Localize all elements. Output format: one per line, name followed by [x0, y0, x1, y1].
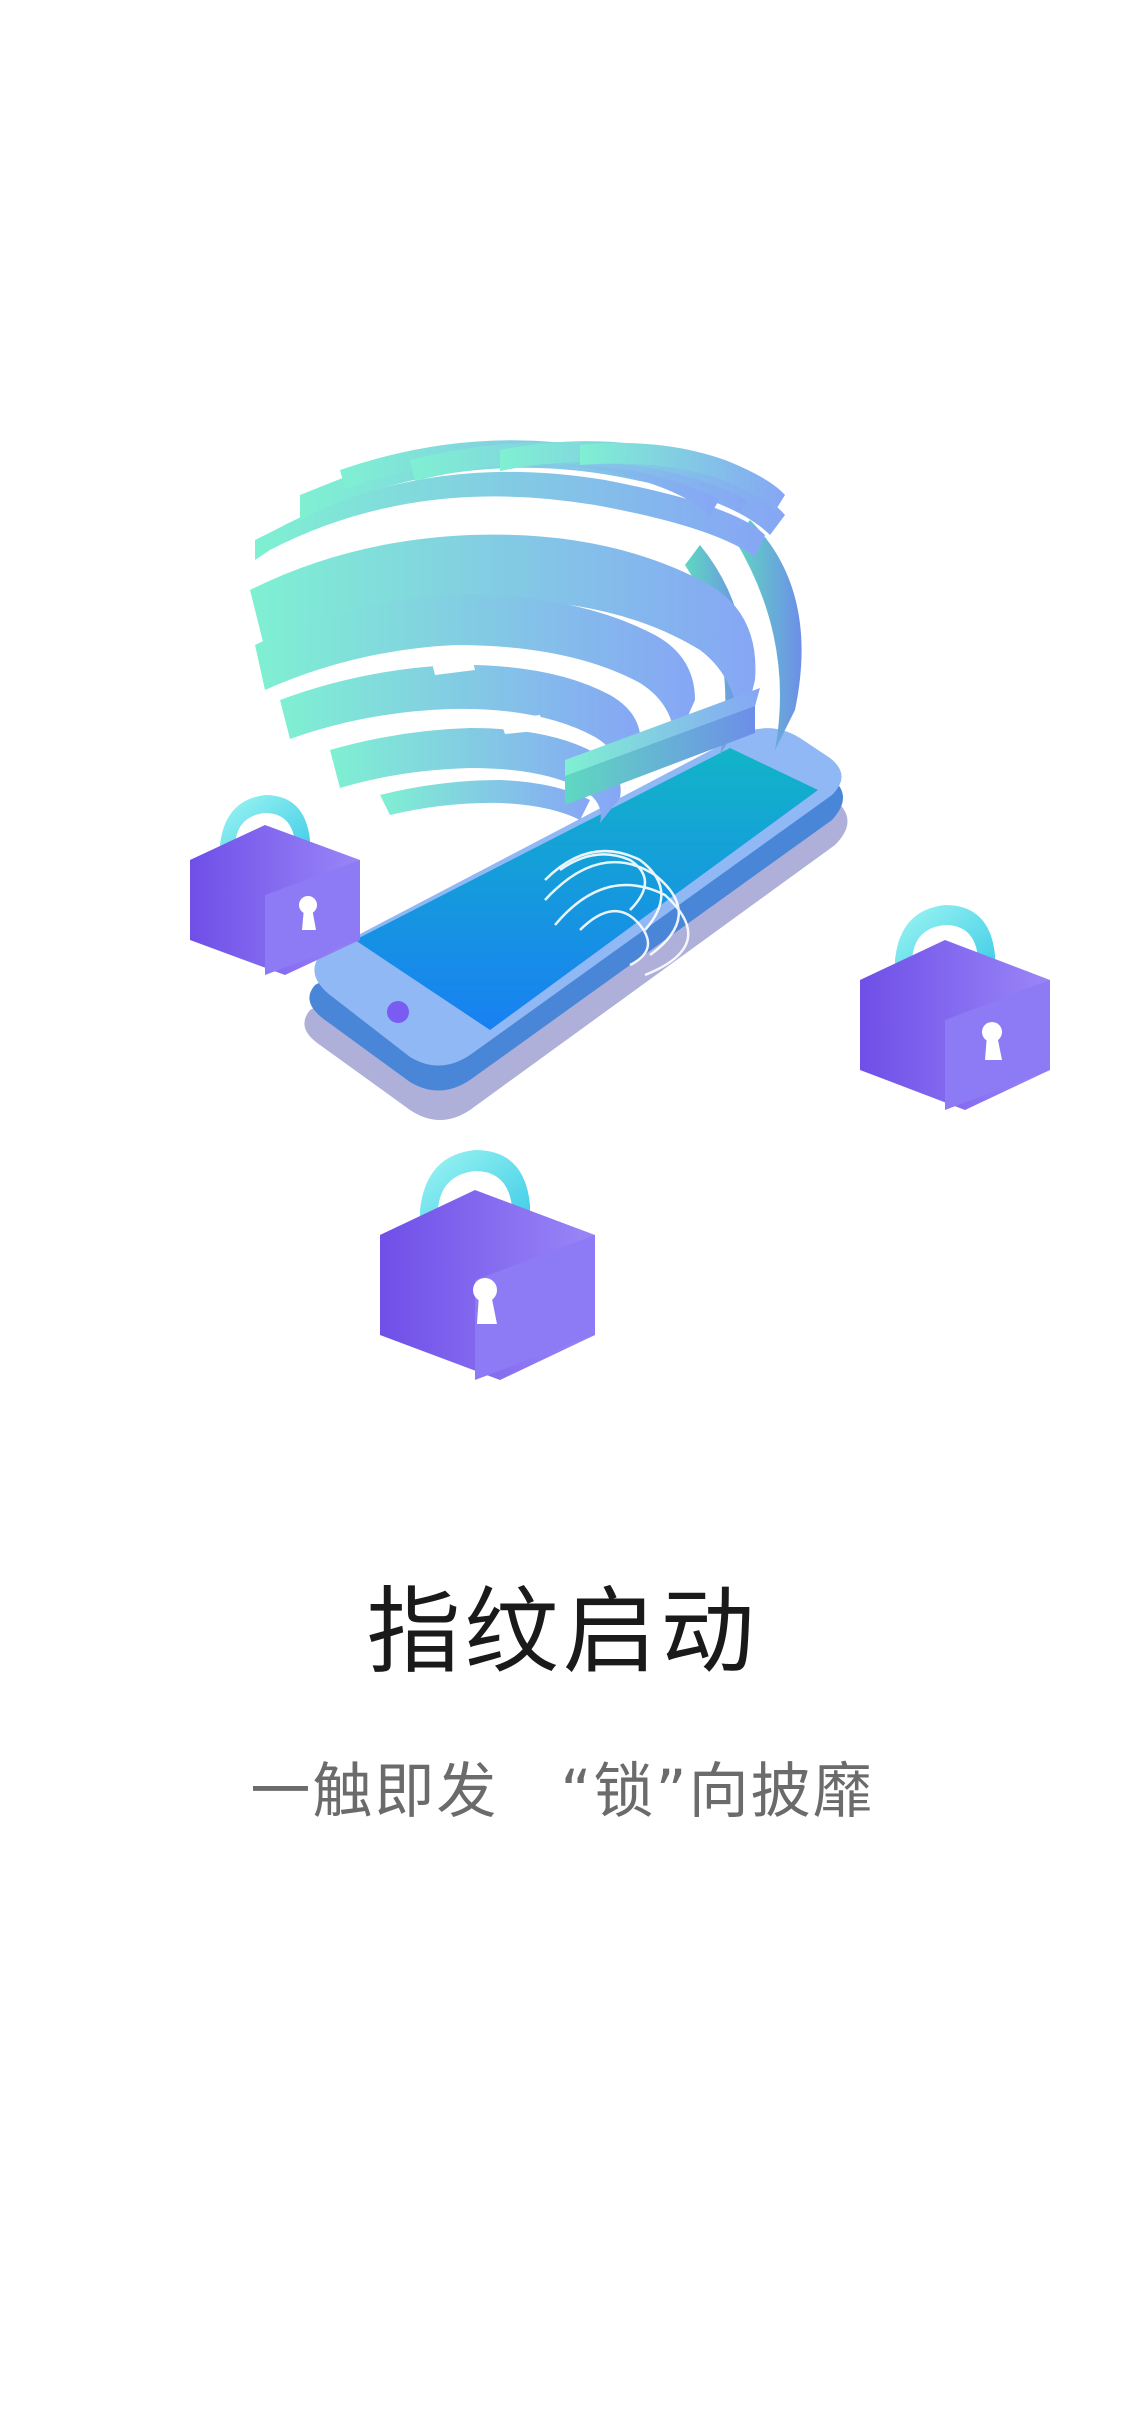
padlock-icon — [380, 1150, 595, 1380]
fingerprint-unlock-illustration — [190, 440, 1050, 1380]
page-subtitle: 一触即发 “锁”向披靡 — [250, 1757, 875, 1827]
page-title: 指纹启动 — [366, 1578, 759, 1687]
padlock-icon — [860, 905, 1050, 1110]
onboarding-screen: 指纹启动 一触即发 “锁”向披靡 — [0, 0, 1125, 2436]
padlock-icon — [190, 795, 360, 975]
